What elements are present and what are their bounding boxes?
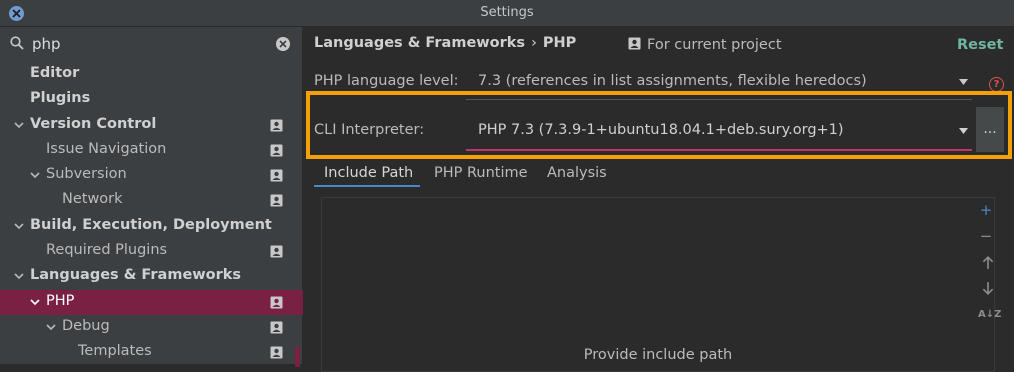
sidebar-item-label: Required Plugins bbox=[46, 242, 168, 259]
sort-icon[interactable]: A↓Z bbox=[978, 308, 1001, 322]
settings-content: Languages & Frameworks › PHP For current p… bbox=[304, 27, 1014, 372]
project-scope-icon bbox=[270, 119, 283, 132]
sidebar-scrollbar[interactable] bbox=[295, 347, 300, 367]
search-icon bbox=[10, 36, 24, 50]
sidebar-item[interactable]: Version Control bbox=[0, 113, 303, 138]
include-path-list[interactable] bbox=[321, 197, 995, 372]
chevron-down-icon[interactable] bbox=[46, 322, 56, 332]
breadcrumb: Languages & Frameworks › PHP bbox=[314, 35, 576, 51]
sidebar-item[interactable]: Debug bbox=[0, 315, 303, 340]
sidebar-item-label: Version Control bbox=[30, 115, 157, 132]
active-tab-indicator bbox=[314, 185, 420, 187]
sidebar-item-label: Debug bbox=[62, 317, 110, 334]
sidebar-item-label: Languages & Frameworks bbox=[30, 267, 242, 284]
cli-interpreter-highlight bbox=[306, 91, 1012, 159]
sidebar-item-label: PHP bbox=[46, 292, 75, 309]
sidebar-item-label: Build, Execution, Deployment bbox=[30, 216, 272, 233]
php-language-level-label: PHP language level: bbox=[314, 73, 459, 89]
scope-text: For current project bbox=[647, 37, 782, 53]
project-scope-icon bbox=[270, 245, 283, 258]
breadcrumb-parent[interactable]: Languages & Frameworks bbox=[314, 35, 525, 51]
chevron-down-icon[interactable] bbox=[30, 297, 40, 307]
sidebar-item[interactable]: Network bbox=[0, 188, 303, 213]
tab-analysis[interactable]: Analysis bbox=[547, 165, 607, 181]
sidebar-item-label: Templates bbox=[78, 343, 152, 360]
remove-icon[interactable]: − bbox=[979, 229, 993, 244]
sidebar-item-label: Plugins bbox=[30, 90, 91, 107]
sidebar-item-label: Network bbox=[62, 191, 123, 208]
chevron-down-icon[interactable] bbox=[14, 271, 24, 281]
sidebar-item[interactable]: Plugins bbox=[0, 87, 303, 112]
move-up-icon[interactable] bbox=[981, 256, 995, 270]
sidebar-item[interactable]: Subversion bbox=[0, 163, 303, 188]
project-scope-icon bbox=[270, 169, 283, 182]
project-scope-icon bbox=[270, 346, 283, 359]
chevron-down-icon[interactable] bbox=[14, 120, 24, 130]
sidebar-item[interactable]: Templates bbox=[0, 340, 303, 365]
settings-search bbox=[0, 27, 303, 61]
sidebar-item[interactable]: Required Plugins bbox=[0, 239, 303, 264]
sidebar-item-label: Subversion bbox=[46, 166, 127, 183]
title-bar: Settings bbox=[0, 0, 1014, 27]
settings-sidebar: Editor Plugins Version Control Issue Naviga… bbox=[0, 27, 303, 367]
add-icon[interactable]: + bbox=[979, 203, 993, 218]
scope-label: For current project bbox=[628, 37, 782, 53]
tab-php-runtime[interactable]: PHP Runtime bbox=[434, 165, 528, 181]
sidebar-item[interactable]: Build, Execution, Deployment bbox=[0, 214, 303, 239]
chevron-down-icon[interactable] bbox=[14, 221, 24, 231]
sidebar-item[interactable]: Languages & Frameworks bbox=[0, 264, 303, 289]
help-icon[interactable]: ? bbox=[989, 77, 1004, 92]
reset-link[interactable]: Reset bbox=[957, 37, 1003, 53]
sidebar-item[interactable]: Editor bbox=[0, 62, 303, 87]
project-scope-icon bbox=[270, 321, 283, 334]
breadcrumb-separator: › bbox=[531, 35, 537, 51]
php-language-level-select[interactable]: 7.3 (references in list assignments, fle… bbox=[478, 73, 867, 89]
sidebar-item-label: Issue Navigation bbox=[46, 140, 167, 157]
sidebar-item[interactable]: Issue Navigation bbox=[0, 138, 303, 163]
project-scope-icon bbox=[270, 296, 283, 309]
project-scope-icon bbox=[270, 144, 283, 157]
chevron-down-icon[interactable] bbox=[30, 170, 40, 180]
tab-include-path[interactable]: Include Path bbox=[324, 165, 413, 181]
settings-tree: Editor Plugins Version Control Issue Naviga… bbox=[0, 62, 303, 366]
window-title: Settings bbox=[480, 5, 534, 20]
project-scope-icon bbox=[628, 37, 641, 50]
sidebar-item[interactable]: PHP bbox=[0, 289, 303, 315]
breadcrumb-current: PHP bbox=[542, 35, 577, 51]
dropdown-arrow-icon[interactable] bbox=[959, 79, 968, 85]
project-scope-icon bbox=[270, 194, 283, 207]
move-down-icon[interactable] bbox=[981, 281, 995, 295]
sidebar-item-label: Editor bbox=[30, 65, 80, 81]
clear-search-icon[interactable] bbox=[276, 37, 290, 51]
include-path-empty-text: Provide include path bbox=[583, 347, 733, 363]
search-input[interactable] bbox=[32, 33, 262, 55]
